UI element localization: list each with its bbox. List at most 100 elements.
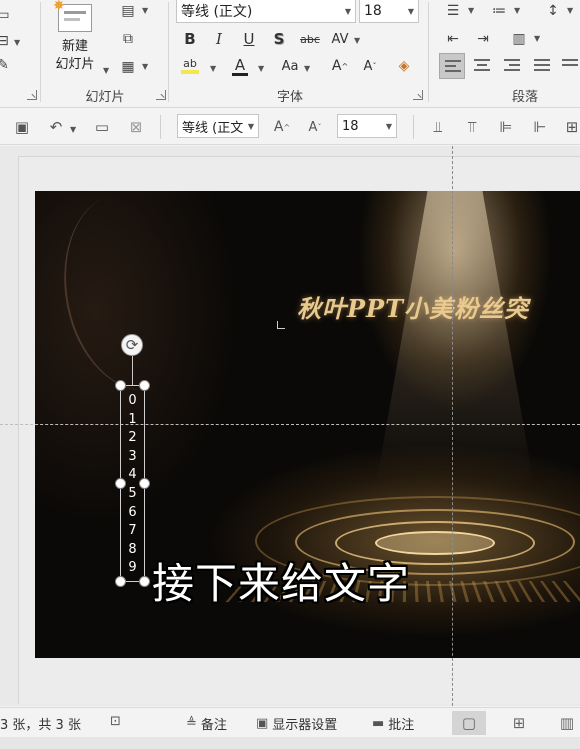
- bold-button[interactable]: B: [178, 27, 202, 51]
- align-center-button[interactable]: [469, 53, 495, 79]
- digit-item: 7: [128, 523, 137, 539]
- align-bottom-icon[interactable]: ⫫: [428, 117, 448, 137]
- bottom-strip: [0, 737, 580, 749]
- align-right-objects-icon[interactable]: ⊩: [530, 117, 550, 137]
- chevron-down-icon: ▼: [344, 7, 351, 16]
- justify-button[interactable]: [529, 53, 555, 79]
- chevron-down-icon: ▼: [142, 62, 149, 71]
- change-case-button[interactable]: Aa: [276, 54, 304, 78]
- qat-font-size-select[interactable]: 18 ▼: [337, 114, 397, 138]
- digit-item: 8: [128, 541, 137, 557]
- decrease-font-button[interactable]: Aˇ: [358, 54, 382, 78]
- qat-font-name-value: 等线 (正文: [182, 120, 244, 136]
- line-spacing-icon[interactable]: ↕: [542, 2, 564, 20]
- digit-item: 2: [128, 430, 137, 446]
- underline-button[interactable]: U: [237, 27, 261, 51]
- reset-slide-icon[interactable]: ⧉: [118, 30, 138, 48]
- resize-handle-middle-left[interactable]: [115, 478, 126, 489]
- qat-font-size-value: 18: [342, 118, 359, 134]
- comments-button[interactable]: ▬ 批注: [372, 714, 414, 733]
- status-bar: 3 张，共 3 张 ⊡ ≜ 备注 ▣ 显示器设置 ▬ 批注 ▢ ⊞ ▥: [0, 707, 580, 737]
- chevron-down-icon: ▼: [304, 64, 311, 73]
- resize-handle-top-right[interactable]: [139, 380, 150, 391]
- notes-label: 备注: [200, 718, 227, 733]
- slide-show-icon[interactable]: ▭: [92, 117, 112, 137]
- close-icon[interactable]: ⊠: [126, 117, 146, 137]
- rotate-handle-icon[interactable]: ⟳: [121, 334, 143, 356]
- reset-icon[interactable]: ⊟: [0, 33, 10, 49]
- highlight-color-button[interactable]: ab: [178, 54, 202, 78]
- shadow-button[interactable]: S: [267, 27, 291, 51]
- comments-label: 批注: [388, 718, 415, 733]
- chevron-down-icon: ▼: [468, 6, 475, 15]
- resize-handle-top-left[interactable]: [115, 380, 126, 391]
- save-icon[interactable]: ▣: [12, 117, 32, 137]
- distributed-button[interactable]: [557, 53, 580, 79]
- undo-icon[interactable]: ↶: [46, 117, 66, 137]
- clear-formatting-button[interactable]: ◈: [392, 54, 416, 78]
- accessibility-icon: ⊡: [110, 714, 121, 729]
- slide-editor: 秋叶PPT小美粉丝突: [0, 146, 580, 706]
- layout-icon[interactable]: ▭: [0, 7, 10, 23]
- decrease-indent-icon[interactable]: ⇤: [442, 30, 464, 48]
- resize-handle-bottom-left[interactable]: [115, 576, 126, 587]
- reading-view-button[interactable]: ▥: [550, 711, 580, 735]
- slide-layout-icon[interactable]: ▤: [118, 2, 138, 20]
- slide-title[interactable]: 秋叶PPT小美粉丝突: [297, 289, 529, 324]
- font-size-value: 18: [364, 3, 382, 19]
- book-icon: ▥: [559, 714, 575, 732]
- text-anchor-icon: [277, 321, 285, 329]
- chevron-down-icon: ▼: [70, 125, 77, 134]
- resize-handle-bottom-right[interactable]: [139, 576, 150, 587]
- format-painter-icon[interactable]: ✎: [0, 57, 10, 73]
- group-separator: [168, 2, 169, 102]
- new-slide-label-1: 新建: [61, 39, 88, 54]
- digit-item: 4: [128, 467, 137, 483]
- columns-icon[interactable]: ▥: [508, 30, 530, 48]
- new-slide-button[interactable]: ✸ 新建 幻灯片: [52, 0, 98, 74]
- paragraph-group-label: 段落: [511, 90, 538, 105]
- clipboard-launcher-icon[interactable]: [27, 90, 37, 100]
- normal-view-button[interactable]: ▢: [452, 711, 486, 735]
- italic-button[interactable]: I: [207, 27, 231, 51]
- distribute-icon[interactable]: ⊞: [562, 117, 580, 137]
- quick-access-toolbar: ▣ ↶ ▼ ▭ ⊠ 等线 (正文 ▼ A ^ Aˇ 18 ▼ ⫫ ⫪ ⊫ ⊩ ⊞: [0, 109, 580, 145]
- font-launcher-icon[interactable]: [413, 90, 423, 100]
- display-settings-button[interactable]: ▣ 显示器设置: [256, 714, 337, 733]
- align-top-icon[interactable]: ⫪: [462, 117, 482, 137]
- font-name-select[interactable]: 等线 (正文) ▼: [176, 0, 356, 23]
- chevron-down-icon: ▼: [247, 122, 254, 131]
- character-spacing-button[interactable]: AV: [328, 27, 352, 51]
- notes-button[interactable]: ≜ 备注: [186, 714, 227, 733]
- section-icon[interactable]: ▦: [118, 58, 138, 76]
- new-slide-label-2: 幻灯片: [55, 57, 95, 72]
- align-left-button[interactable]: [439, 53, 465, 79]
- chevron-down-icon: ▼: [385, 122, 392, 131]
- qat-font-name-select[interactable]: 等线 (正文 ▼: [177, 114, 259, 138]
- numbering-icon[interactable]: ≔: [488, 2, 510, 20]
- digit-item: 5: [128, 485, 137, 501]
- smoke-decoration: [41, 191, 229, 406]
- bullets-icon[interactable]: ☰: [442, 2, 464, 20]
- increase-font-icon[interactable]: A ^: [272, 117, 292, 137]
- font-size-select[interactable]: 18 ▼: [359, 0, 419, 23]
- decrease-font-icon[interactable]: Aˇ: [305, 117, 325, 137]
- slides-launcher-icon[interactable]: [156, 90, 166, 100]
- digit-item: 6: [128, 504, 137, 520]
- chevron-down-icon: ▼: [534, 34, 541, 43]
- align-left-objects-icon[interactable]: ⊫: [496, 117, 516, 137]
- font-color-button[interactable]: A: [228, 54, 252, 78]
- vertical-guide[interactable]: [452, 146, 453, 706]
- slide-sorter-button[interactable]: ⊞: [502, 711, 536, 735]
- toolbar-separator: [160, 115, 161, 139]
- chevron-down-icon: ▼: [354, 36, 361, 45]
- display-settings-label: 显示器设置: [272, 718, 338, 733]
- horizontal-guide[interactable]: [0, 424, 580, 425]
- comment-icon: ▬: [372, 716, 385, 731]
- increase-indent-icon[interactable]: ⇥: [472, 30, 494, 48]
- accessibility-button[interactable]: ⊡: [110, 714, 121, 729]
- resize-handle-middle-right[interactable]: [139, 478, 150, 489]
- strikethrough-button[interactable]: abc: [296, 27, 324, 51]
- increase-font-button[interactable]: A ^: [328, 54, 352, 78]
- align-right-button[interactable]: [499, 53, 525, 79]
